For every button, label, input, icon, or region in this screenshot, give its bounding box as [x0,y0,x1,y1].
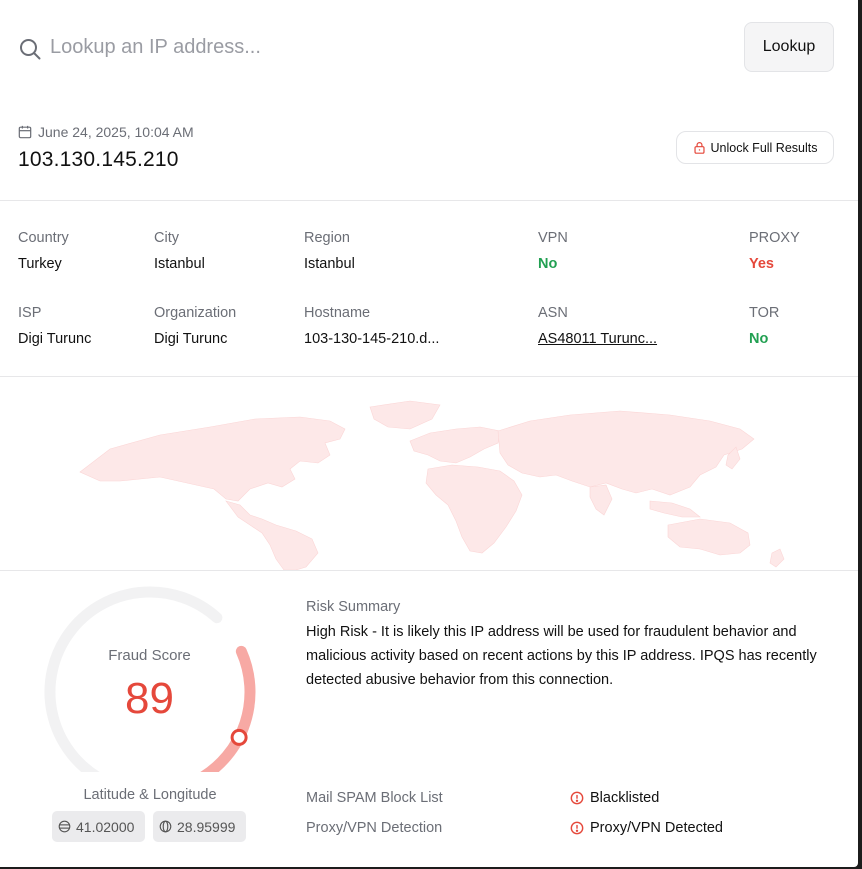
lookup-date: June 24, 2025, 10:04 AM [18,124,194,140]
isp-label: ISP [18,305,42,321]
vpn-label: VPN [538,230,568,246]
divider [0,200,858,201]
region-label: Region [304,230,350,246]
hostname-value: 103-130-145-210.d... [304,331,440,347]
isp-value: Digi Turunc [18,331,92,347]
organization-label: Organization [154,305,237,321]
risk-summary-text: High Risk - It is likely this IP address… [306,624,817,688]
ip-search-input[interactable] [50,30,730,64]
mail-spam-label: Mail SPAM Block List [306,790,443,806]
proxy-vpn-value: Proxy/VPN Detected [590,820,723,836]
proxy-label: PROXY [749,230,800,246]
hostname-label: Hostname [304,305,371,321]
fraud-score-value: 89 [125,674,174,723]
city-value: Istanbul [154,256,205,272]
proxy-vpn-status: Proxy/VPN Detected [570,820,723,836]
proxy-vpn-label: Proxy/VPN Detection [306,820,443,836]
alert-circle-icon [570,791,584,805]
fraud-score-label: Fraud Score [108,647,191,664]
lock-icon [693,142,705,154]
divider [0,570,858,571]
longitude-chip: 28.95999 [153,811,246,842]
tor-value: No [749,331,769,347]
organization-value: Digi Turunc [154,331,228,347]
lookup-date-text: June 24, 2025, 10:04 AM [38,124,194,140]
latitude-chip: 41.02000 [52,811,145,842]
risk-summary-title: Risk Summary [306,599,401,615]
globe-icon [159,820,172,833]
tor-label: TOR [749,305,780,321]
mail-spam-value: Blacklisted [590,790,660,806]
window-edge [858,0,862,869]
ip-lookup-card: Lookup June 24, 2025, 10:04 AM 103.130.1… [0,0,858,867]
mail-spam-status: Blacklisted [570,790,659,806]
gauge-knob [230,728,248,746]
city-label: City [154,230,179,246]
vpn-value: No [538,256,558,272]
ip-address: 103.130.145.210 [18,148,179,171]
alert-circle-icon [570,821,584,835]
region-value: Istanbul [304,256,355,272]
globe-icon [58,820,71,833]
latitude-value: 41.02000 [76,818,135,835]
proxy-value: Yes [749,256,774,272]
search-icon [20,39,41,60]
unlock-label: Unlock Full Results [710,140,818,155]
country-value: Turkey [18,256,62,272]
calendar-icon [18,125,32,139]
lookup-button[interactable]: Lookup [744,22,834,72]
unlock-full-results-button[interactable]: Unlock Full Results [676,131,834,164]
world-map [79,400,785,570]
asn-label: ASN [538,305,568,321]
lat-long-label: Latitude & Longitude [83,787,217,803]
asn-link[interactable]: AS48011 Turunc... [538,331,657,347]
country-label: Country [18,230,69,246]
longitude-value: 28.95999 [177,818,236,835]
search-bar: Lookup [0,0,858,96]
